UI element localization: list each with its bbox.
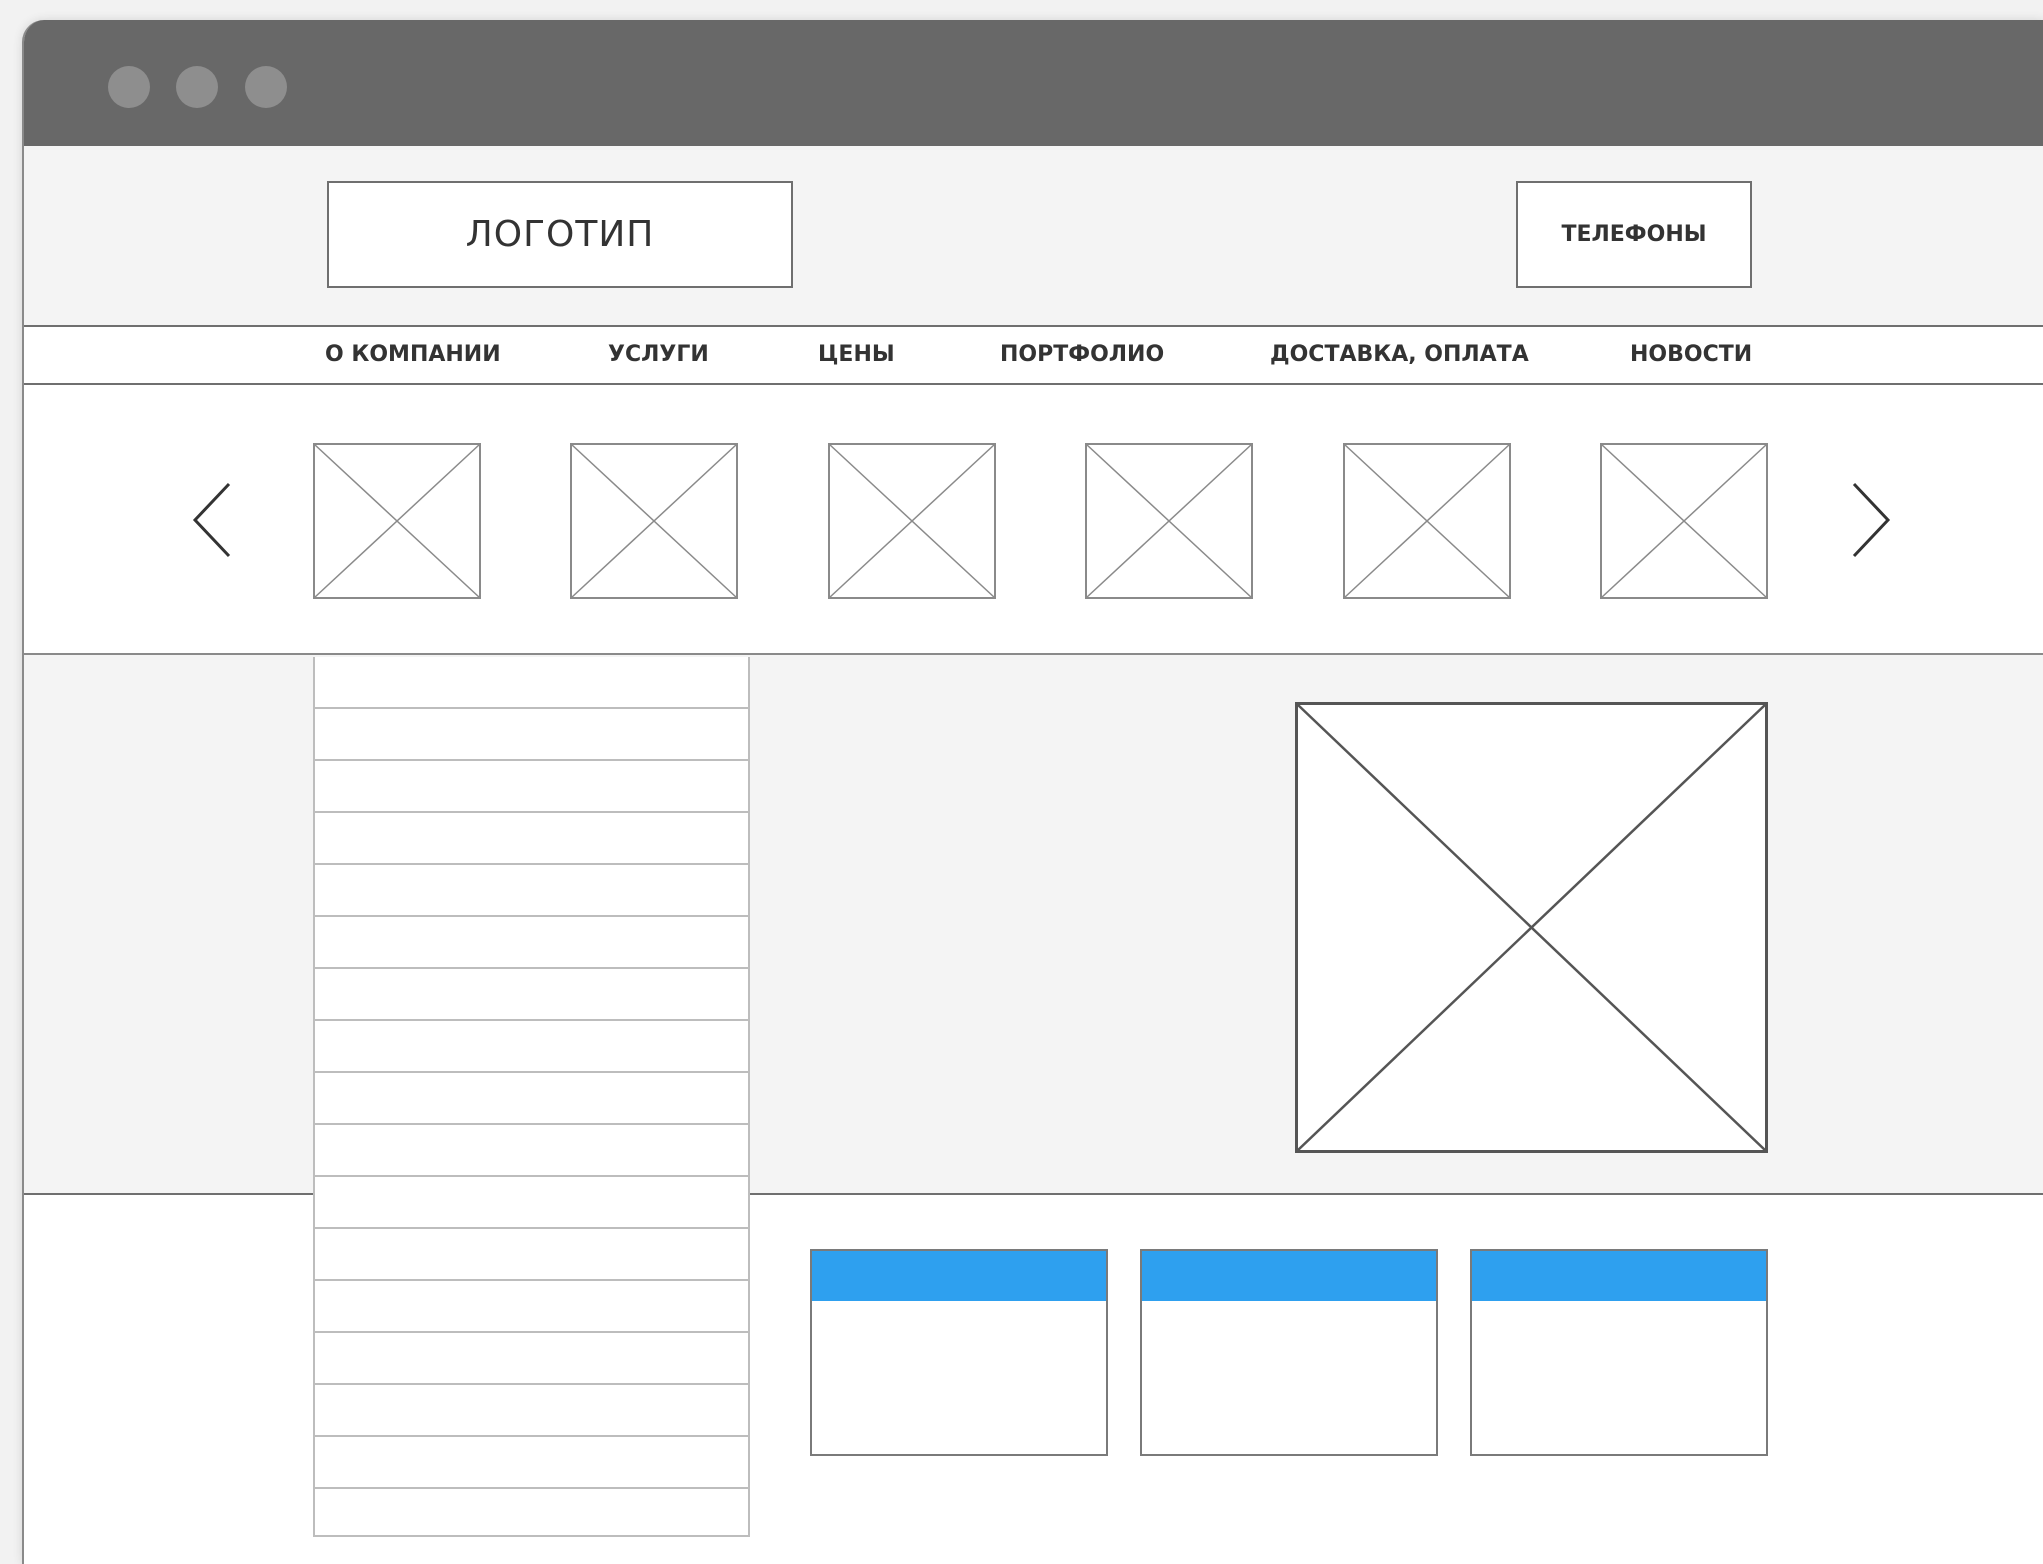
nav-item-delivery-payment[interactable]: ДОСТАВКА, ОПЛАТА	[1270, 327, 1529, 383]
close-window-button[interactable]	[108, 66, 150, 108]
sidebar-menu-row[interactable]	[315, 917, 748, 969]
sidebar-menu-row[interactable]	[315, 969, 748, 1021]
carousel-thumbnail[interactable]	[1085, 443, 1253, 599]
site-header: ЛОГОТИП ТЕЛЕФОНЫ	[24, 146, 2043, 325]
sidebar-menu-row[interactable]	[315, 657, 748, 709]
logo[interactable]: ЛОГОТИП	[327, 181, 793, 288]
sidebar-menu-row[interactable]	[315, 1125, 748, 1177]
image-carousel	[24, 385, 2043, 655]
sidebar-menu	[313, 657, 750, 1537]
chevron-left-icon[interactable]	[189, 480, 239, 560]
sidebar-menu-row[interactable]	[315, 1021, 748, 1073]
main-navigation: О КОМПАНИИ УСЛУГИ ЦЕНЫ ПОРТФОЛИО ДОСТАВК…	[24, 325, 2043, 385]
browser-window: ЛОГОТИП ТЕЛЕФОНЫ О КОМПАНИИ УСЛУГИ ЦЕНЫ …	[22, 20, 2043, 1564]
sidebar-menu-row[interactable]	[315, 761, 748, 813]
nav-item-portfolio[interactable]: ПОРТФОЛИО	[1000, 327, 1164, 383]
sidebar-menu-row[interactable]	[315, 1281, 748, 1333]
sidebar-menu-row[interactable]	[315, 813, 748, 865]
carousel-thumbnail[interactable]	[1343, 443, 1511, 599]
nav-item-services[interactable]: УСЛУГИ	[608, 327, 709, 383]
carousel-thumbnail[interactable]	[570, 443, 738, 599]
nav-item-news[interactable]: НОВОСТИ	[1630, 327, 1752, 383]
maximize-window-button[interactable]	[245, 66, 287, 108]
logo-label: ЛОГОТИП	[465, 214, 655, 255]
carousel-thumbnail[interactable]	[828, 443, 996, 599]
feature-card[interactable]	[810, 1249, 1108, 1456]
card-header	[1472, 1251, 1766, 1301]
sidebar-menu-row[interactable]	[315, 1177, 748, 1229]
card-header	[812, 1251, 1106, 1301]
sidebar-menu-row[interactable]	[315, 1333, 748, 1385]
phones-label: ТЕЛЕФОНЫ	[1561, 222, 1707, 247]
feature-card[interactable]	[1140, 1249, 1438, 1456]
card-header	[1142, 1251, 1436, 1301]
title-bar	[24, 20, 2043, 146]
chevron-right-icon[interactable]	[1844, 480, 1894, 560]
sidebar-menu-row[interactable]	[315, 1437, 748, 1489]
sidebar-menu-row[interactable]	[315, 1385, 748, 1437]
nav-item-about[interactable]: О КОМПАНИИ	[325, 327, 501, 383]
nav-item-prices[interactable]: ЦЕНЫ	[818, 327, 895, 383]
sidebar-menu-row[interactable]	[315, 1073, 748, 1125]
sidebar-menu-row[interactable]	[315, 1229, 748, 1281]
image-placeholder-icon	[1295, 702, 1768, 1153]
feature-card[interactable]	[1470, 1249, 1768, 1456]
minimize-window-button[interactable]	[176, 66, 218, 108]
sidebar-menu-row[interactable]	[315, 1489, 748, 1541]
sidebar-menu-row[interactable]	[315, 709, 748, 761]
phones-box[interactable]: ТЕЛЕФОНЫ	[1516, 181, 1752, 288]
sidebar-menu-row[interactable]	[315, 865, 748, 917]
carousel-thumbnail[interactable]	[1600, 443, 1768, 599]
carousel-thumbnail[interactable]	[313, 443, 481, 599]
